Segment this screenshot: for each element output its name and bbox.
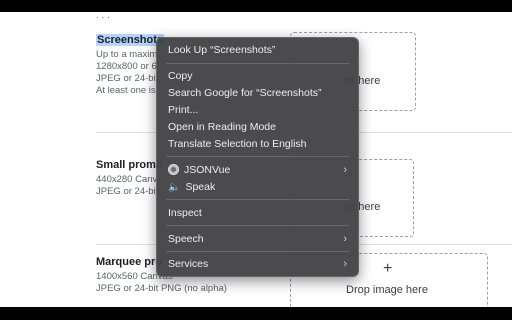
speaker-icon: 🔈 (168, 182, 181, 193)
jsonvue-icon (168, 164, 179, 175)
menu-item-label: Print... (168, 104, 199, 116)
context-menu: Look Up “Screenshots” Copy Search Google… (156, 37, 359, 277)
screenshots-line-3: JPEG or 24-bit (96, 73, 159, 84)
menu-item-search-google[interactable]: Search Google for “Screenshots” (157, 85, 358, 101)
small-promo-title: Small promo (96, 159, 163, 171)
menu-separator (166, 199, 349, 200)
menu-item-label: Open in Reading Mode (168, 121, 276, 133)
menu-item-speak[interactable]: 🔈 Speak (157, 179, 358, 195)
small-promo-line-2: JPEG or 24-bit (96, 186, 159, 197)
menu-item-translate[interactable]: Translate Selection to English (157, 136, 358, 152)
selected-text[interactable]: Screenshots (96, 34, 165, 46)
truncated-top-text: · · · (96, 12, 110, 22)
menu-item-inspect[interactable]: Inspect (157, 205, 358, 221)
chevron-right-icon: › (343, 258, 347, 270)
menu-separator (166, 251, 349, 252)
menu-item-jsonvue[interactable]: JSONVue › (157, 162, 358, 178)
menu-item-label: JSONVue (184, 164, 231, 176)
menu-item-copy[interactable]: Copy (157, 68, 358, 84)
dropzone-label: Drop image here (346, 284, 428, 296)
screenshots-line-1: Up to a maxim (96, 49, 158, 60)
menu-item-label: Translate Selection to English (168, 138, 307, 150)
menu-separator (166, 156, 349, 157)
menu-item-speech[interactable]: Speech › (157, 231, 358, 247)
marquee-promo-title: Marquee pro (96, 256, 163, 268)
chevron-right-icon: › (343, 164, 347, 176)
small-promo-line-1: 440x280 Canv (96, 174, 158, 185)
menu-item-label: Services (168, 258, 209, 270)
chevron-right-icon: › (343, 233, 347, 245)
menu-item-label: Copy (168, 70, 193, 82)
menu-item-look-up[interactable]: Look Up “Screenshots” (157, 42, 358, 58)
screenshots-title[interactable]: Screenshots (96, 34, 165, 47)
screenshots-line-2: 1280x800 or 6 (96, 61, 157, 72)
menu-item-label: Look Up “Screenshots” (168, 44, 276, 56)
marquee-promo-line-2: JPEG or 24-bit PNG (no alpha) (96, 283, 227, 294)
menu-item-label: Search Google for “Screenshots” (168, 87, 322, 99)
menu-separator (166, 63, 349, 64)
menu-item-label: Inspect (168, 207, 202, 219)
menu-item-reading-mode[interactable]: Open in Reading Mode (157, 119, 358, 135)
menu-item-label: Speech (168, 233, 204, 245)
menu-item-print[interactable]: Print... (157, 102, 358, 118)
screenshots-line-4: At least one is (96, 85, 156, 96)
menu-item-label: Speak (185, 181, 216, 193)
menu-item-services[interactable]: Services › (157, 256, 358, 272)
menu-separator (166, 225, 349, 226)
plus-icon: + (383, 260, 393, 277)
